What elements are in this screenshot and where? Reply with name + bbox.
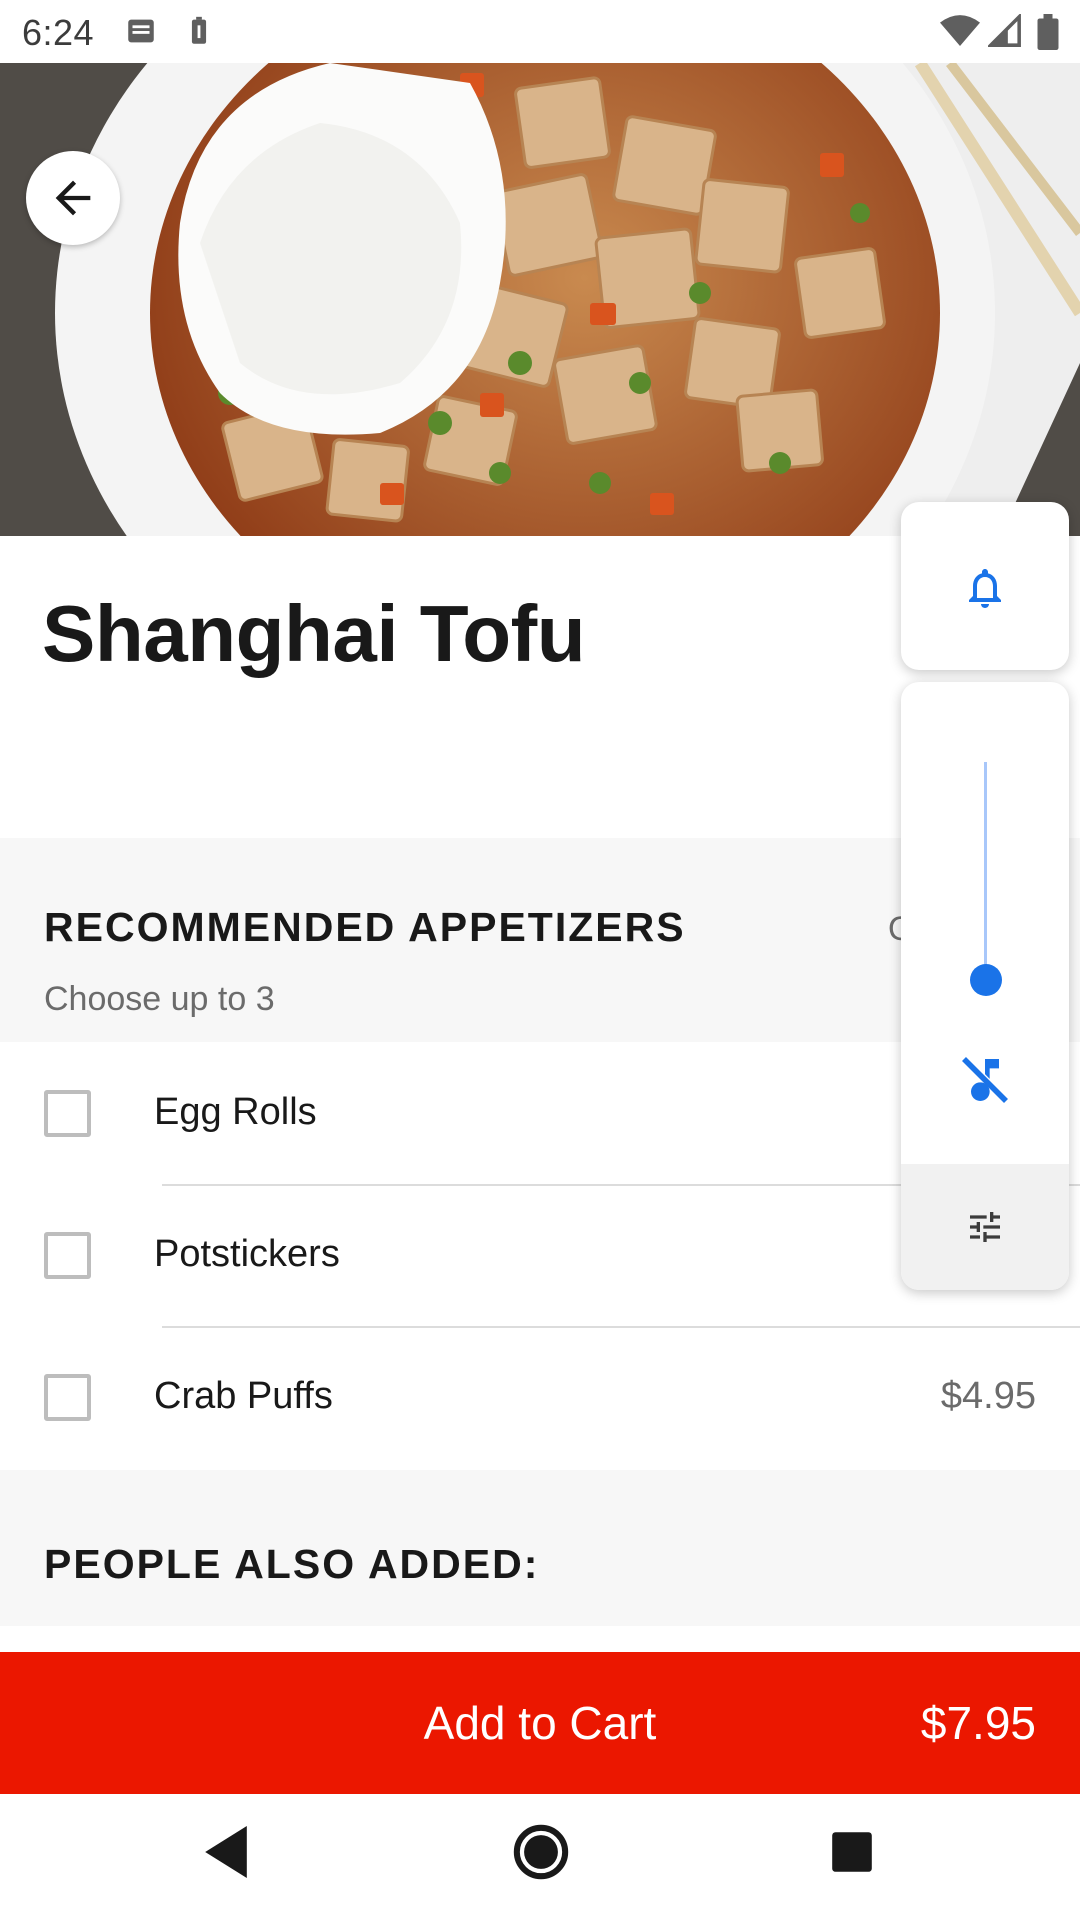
- bell-icon: [969, 569, 1001, 608]
- checkbox[interactable]: [44, 1090, 91, 1137]
- tofu-with-rice-photo: [0, 63, 1080, 536]
- hero-image: [0, 63, 1080, 536]
- volume-panel: [901, 682, 1069, 1290]
- volume-settings-button[interactable]: [901, 1164, 1069, 1290]
- option-label: Potstickers: [154, 1233, 340, 1275]
- also-added-title: PEOPLE ALSO ADDED:: [44, 1541, 540, 1587]
- volume-slider-track[interactable]: [984, 762, 987, 982]
- tune-icon: [970, 1212, 1000, 1242]
- appetizers-title: RECOMMENDED APPETIZERS: [44, 904, 686, 950]
- battery-saver-icon: [182, 14, 216, 53]
- appetizers-subtitle: Choose up to 3: [44, 980, 275, 1018]
- option-crab-puffs[interactable]: Crab Puffs $4.95: [0, 1328, 1080, 1470]
- circle-home-icon[interactable]: [512, 1820, 570, 1889]
- battery-icon: [1036, 14, 1060, 55]
- notification-icon: [124, 14, 158, 53]
- option-label: Crab Puffs: [154, 1375, 333, 1417]
- status-time: 6:24: [22, 12, 95, 53]
- square-recents-icon[interactable]: [830, 1820, 874, 1889]
- cart-price: $7.95: [920, 1697, 1036, 1749]
- add-to-cart-button[interactable]: Add to Cart $7.95: [0, 1652, 1080, 1794]
- item-title: Shanghai Tofu: [42, 589, 586, 678]
- add-to-cart-label: Add to Cart: [423, 1697, 657, 1749]
- option-price: $4.95: [940, 1375, 1036, 1417]
- arrow-back-icon: [55, 180, 91, 216]
- wifi-icon: [940, 14, 980, 53]
- navigation-bar: [0, 1794, 1080, 1920]
- triangle-back-icon[interactable]: [200, 1820, 252, 1889]
- volume-slider-thumb[interactable]: [970, 964, 1002, 996]
- status-bar: 6:24: [0, 0, 1080, 63]
- music-note-off-icon[interactable]: [957, 1052, 1013, 1108]
- signal-icon: [986, 12, 1022, 53]
- checkbox[interactable]: [44, 1232, 91, 1279]
- back-button[interactable]: [26, 151, 120, 245]
- ringer-mode-button[interactable]: [901, 502, 1069, 670]
- checkbox[interactable]: [44, 1374, 91, 1421]
- option-label: Egg Rolls: [154, 1091, 317, 1133]
